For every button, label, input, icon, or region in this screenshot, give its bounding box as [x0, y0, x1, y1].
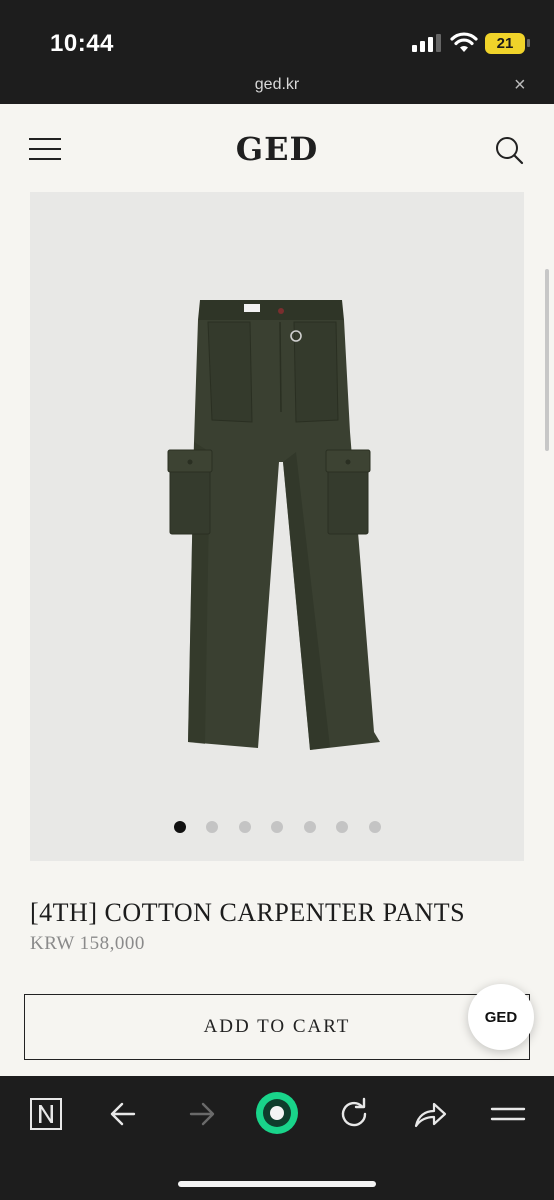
- site-logo[interactable]: GED: [0, 130, 554, 168]
- gallery-dot[interactable]: [173, 821, 186, 833]
- share-icon[interactable]: [410, 1094, 450, 1134]
- gallery-dot[interactable]: [303, 821, 316, 833]
- product-gallery[interactable]: [30, 192, 524, 861]
- close-icon[interactable]: ×: [514, 74, 526, 97]
- floating-ged-button[interactable]: GED: [468, 984, 534, 1050]
- gallery-dot[interactable]: [336, 821, 348, 833]
- forward-arrow-icon[interactable]: [181, 1094, 221, 1134]
- url-domain[interactable]: ged.kr: [0, 76, 554, 94]
- gallery-dot[interactable]: [238, 821, 251, 833]
- gallery-dot[interactable]: [271, 821, 283, 833]
- signal-icon: [412, 34, 441, 52]
- menu-icon[interactable]: [488, 1094, 528, 1134]
- scroll-indicator: [545, 269, 549, 451]
- product-price: KRW 158,000: [30, 933, 145, 954]
- n-logo-icon[interactable]: [26, 1094, 66, 1134]
- battery-icon: 21: [485, 33, 525, 54]
- gallery-pagination: [30, 821, 524, 833]
- battery-level: 21: [496, 35, 514, 52]
- web-page: GED [4TH] COTTON CARPENTER PANTS KRW 158…: [0, 104, 554, 1076]
- browser-toolbar: [0, 1076, 554, 1200]
- product-image-pants: [167, 300, 380, 750]
- add-to-cart-button[interactable]: ADD TO CART: [24, 994, 530, 1060]
- gallery-dot[interactable]: [206, 821, 218, 833]
- product-title: [4TH] COTTON CARPENTER PANTS: [30, 898, 466, 927]
- reload-icon[interactable]: [334, 1094, 374, 1134]
- site-header: GED: [0, 104, 554, 192]
- green-orb-icon[interactable]: [254, 1090, 300, 1136]
- search-icon[interactable]: [494, 135, 524, 165]
- home-indicator: [178, 1181, 376, 1187]
- battery-cap: [527, 39, 530, 47]
- gallery-dot[interactable]: [368, 821, 381, 833]
- wifi-icon: [450, 32, 478, 52]
- status-time: 10:44: [50, 30, 114, 57]
- back-arrow-icon[interactable]: [104, 1094, 144, 1134]
- status-bar: 10:44 21: [0, 0, 554, 70]
- url-bar: ged.kr ×: [0, 70, 554, 104]
